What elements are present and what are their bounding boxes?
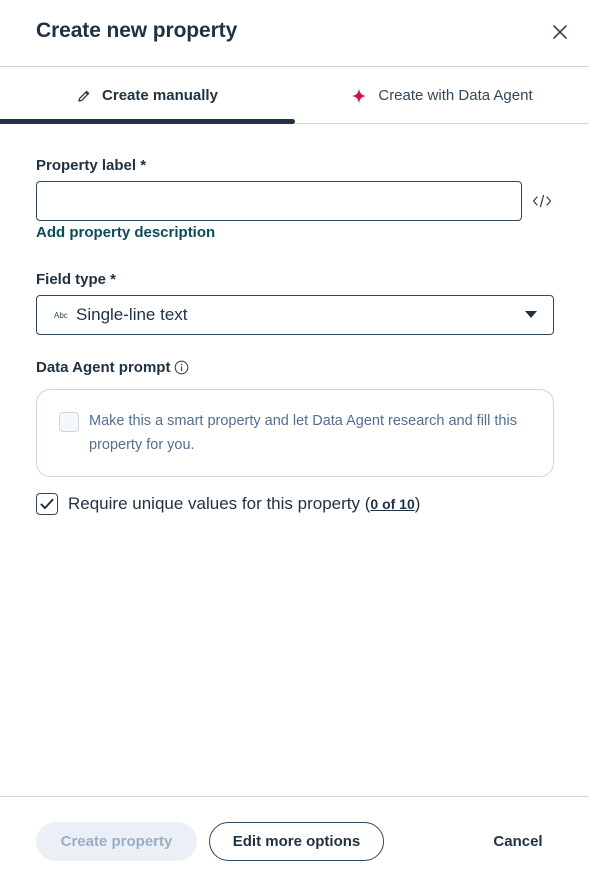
info-icon[interactable] — [174, 360, 189, 375]
smart-property-description: Make this a smart property and let Data … — [89, 413, 517, 453]
add-property-description-link[interactable]: Add property description — [36, 224, 215, 241]
tab-create-with-data-agent[interactable]: Create with Data Agent — [295, 67, 589, 124]
unique-values-label: Require unique values for this property … — [68, 494, 420, 514]
unique-values-text: Require unique values for this property … — [68, 494, 371, 513]
unique-values-checkbox[interactable] — [36, 493, 58, 515]
insert-token-button[interactable] — [531, 191, 553, 211]
property-label-heading: Property label * — [36, 157, 147, 174]
close-icon — [553, 25, 567, 39]
field-type-selected-value: Single-line text — [76, 305, 188, 324]
code-icon — [532, 194, 552, 208]
pencil-icon — [77, 89, 91, 103]
unique-values-row: Require unique values for this property … — [36, 493, 420, 515]
tab-bar: Create manually Create with Data Agent — [0, 67, 589, 124]
unique-values-text-end: ) — [414, 494, 421, 513]
tab-label: Create with Data Agent — [378, 87, 533, 104]
unique-values-count-link[interactable]: 0 of 10 — [370, 496, 414, 512]
field-type-select[interactable]: Abc Single-line text — [36, 295, 554, 335]
data-agent-option-card: Make this a smart property and let Data … — [36, 389, 554, 477]
dialog-footer: Create property Edit more options Cancel — [0, 796, 589, 879]
field-type-heading: Field type * — [36, 271, 117, 288]
cancel-button[interactable]: Cancel — [478, 822, 558, 861]
property-label-input[interactable] — [36, 181, 522, 221]
active-tab-indicator — [0, 119, 295, 124]
dialog-title: Create new property — [36, 19, 238, 42]
close-button[interactable] — [548, 20, 572, 44]
dialog-header: Create new property — [0, 0, 589, 67]
data-agent-prompt-heading: Data Agent prompt — [36, 359, 189, 376]
tab-label: Create manually — [102, 87, 218, 104]
edit-more-options-button[interactable]: Edit more options — [209, 822, 384, 861]
checkmark-icon — [40, 498, 54, 509]
create-property-button[interactable]: Create property — [36, 822, 197, 861]
data-agent-prompt-label: Data Agent prompt — [36, 359, 171, 376]
smart-property-checkbox[interactable] — [59, 412, 79, 432]
text-field-icon: Abc — [54, 310, 68, 320]
chevron-down-icon — [525, 311, 537, 318]
sparkle-icon — [351, 88, 367, 104]
tab-create-manually[interactable]: Create manually — [0, 67, 295, 124]
